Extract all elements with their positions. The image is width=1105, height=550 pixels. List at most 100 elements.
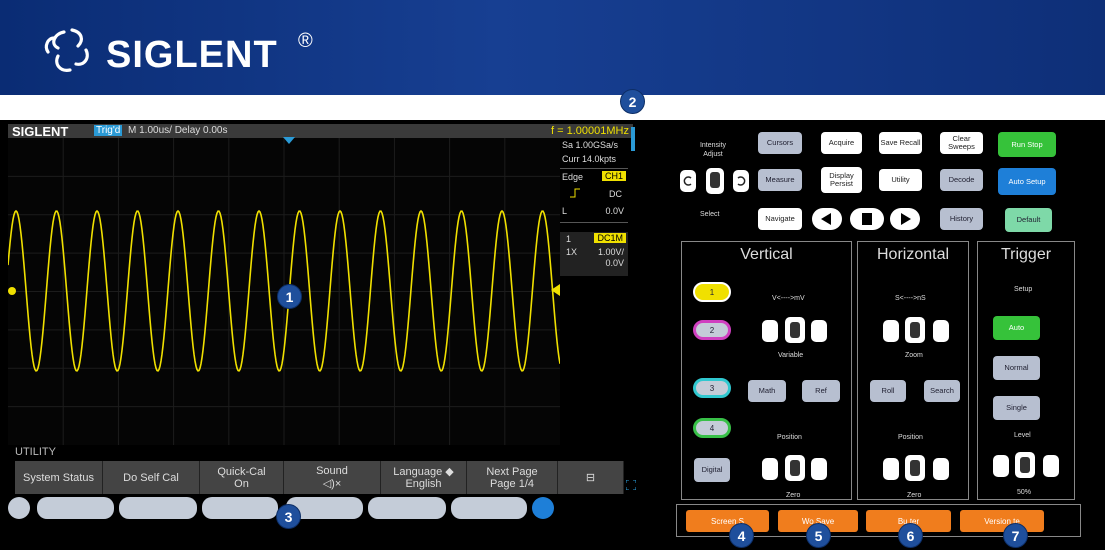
screen-save-button[interactable]: Screen S bbox=[686, 510, 769, 532]
channel4-button[interactable]: 4 bbox=[693, 418, 731, 438]
save-recall-button[interactable]: Save Recall bbox=[879, 132, 922, 154]
channel3-button[interactable]: 3 bbox=[693, 378, 731, 398]
softkey-hw-button-3[interactable] bbox=[202, 497, 278, 519]
registered-mark: ® bbox=[298, 30, 313, 52]
vertical-position-down-icon[interactable] bbox=[762, 458, 778, 480]
clear-sweeps-button[interactable]: Clear Sweeps bbox=[940, 132, 983, 154]
frequency-readout: f = 1.00001MHz bbox=[551, 125, 629, 137]
intensity-ccw-icon[interactable] bbox=[680, 170, 696, 192]
navigate-right-icon[interactable] bbox=[890, 208, 920, 230]
horizontal-position-label: Position bbox=[898, 434, 923, 441]
menu-off-button[interactable] bbox=[8, 497, 30, 519]
separator-bar bbox=[0, 95, 1105, 120]
search-button[interactable]: Search bbox=[924, 380, 960, 402]
vertical-position-label: Position bbox=[777, 434, 802, 441]
trigger-info-box[interactable]: Edge CH1 DC L 0.0V bbox=[560, 168, 628, 223]
softkey-language[interactable]: Language ◆ English bbox=[381, 461, 467, 494]
softkey-hw-button-5[interactable] bbox=[368, 497, 446, 519]
acquire-button[interactable]: Acquire bbox=[821, 132, 862, 154]
channel-scale: 1.00V/ bbox=[597, 247, 624, 257]
trigger-position-marker[interactable] bbox=[283, 137, 295, 145]
cursors-button[interactable]: Cursors bbox=[758, 132, 802, 154]
softkey-value: Page 1/4 bbox=[489, 477, 535, 490]
navigate-stop-icon[interactable] bbox=[850, 208, 884, 230]
scope-brand: SIGLENT bbox=[12, 124, 69, 139]
utility-button[interactable]: Utility bbox=[879, 169, 922, 191]
trigger-title: Trigger bbox=[1000, 246, 1052, 263]
trigger-normal-button[interactable]: Normal bbox=[993, 356, 1040, 380]
trigger-single-button[interactable]: Single bbox=[993, 396, 1040, 420]
fullscreen-icon[interactable] bbox=[626, 480, 636, 490]
callout-7: 7 bbox=[1003, 523, 1028, 548]
horizontal-position-left-icon[interactable] bbox=[883, 458, 899, 480]
softkey-label: System Status bbox=[23, 471, 94, 484]
trigger-percent-label: 50% bbox=[1017, 489, 1032, 496]
version-update-button[interactable]: Version te bbox=[960, 510, 1044, 532]
softkey-label: Next Page bbox=[486, 465, 538, 478]
softkey-do-self-cal[interactable]: Do Self Cal bbox=[103, 461, 200, 494]
channel1-info-box[interactable]: 1 DC1M 1X 1.00V/ 0.0V bbox=[560, 232, 628, 276]
trigger-coupling: DC bbox=[609, 189, 622, 199]
trigger-type: Edge bbox=[562, 172, 584, 182]
scroll-indicator[interactable] bbox=[631, 127, 635, 151]
ref-button[interactable]: Ref bbox=[802, 380, 840, 402]
channel-coupling: DC1M bbox=[594, 233, 626, 243]
math-button[interactable]: Math bbox=[748, 380, 786, 402]
vertical-scale-cw-icon[interactable] bbox=[811, 320, 827, 342]
digital-button[interactable]: Digital bbox=[694, 458, 730, 482]
vertical-scale-knob[interactable] bbox=[785, 317, 805, 343]
default-button[interactable]: Default bbox=[1005, 208, 1052, 232]
horizontal-scale-ccw-icon[interactable] bbox=[883, 320, 899, 342]
softkey-hw-button-1[interactable] bbox=[37, 497, 114, 519]
trigger-level-up-icon[interactable] bbox=[1043, 455, 1059, 477]
horizontal-scale-cw-icon[interactable] bbox=[933, 320, 949, 342]
auto-setup-button[interactable]: Auto Setup bbox=[998, 168, 1056, 195]
siglent-logo-icon bbox=[44, 28, 89, 72]
trigger-status-badge: Trig'd bbox=[94, 125, 123, 136]
network-icon[interactable]: ⊟ bbox=[558, 461, 624, 494]
callout-6: 6 bbox=[898, 523, 923, 548]
softkey-value: English bbox=[405, 478, 442, 490]
softkey-page-button[interactable] bbox=[532, 497, 554, 519]
navigate-button[interactable]: Navigate bbox=[758, 208, 802, 230]
trigger-level-down-icon[interactable] bbox=[993, 455, 1009, 477]
vertical-position-up-icon[interactable] bbox=[811, 458, 827, 480]
horizontal-position-knob[interactable] bbox=[905, 455, 925, 481]
callout-5: 5 bbox=[806, 523, 831, 548]
scope-info-panel: Sa 1.00GSa/s Curr 14.0kpts Edge CH1 DC L… bbox=[560, 138, 628, 276]
vertical-position-knob[interactable] bbox=[785, 455, 805, 481]
callout-4: 4 bbox=[729, 523, 754, 548]
horizontal-position-right-icon[interactable] bbox=[933, 458, 949, 480]
history-button[interactable]: History bbox=[940, 208, 983, 230]
softkey-hw-button-6[interactable] bbox=[451, 497, 527, 519]
softkey-system-status[interactable]: System Status bbox=[15, 461, 103, 494]
softkey-next-page[interactable]: Next Page Page 1/4 bbox=[467, 461, 558, 494]
run-stop-button[interactable]: Run Stop bbox=[998, 132, 1056, 157]
vertical-scale-ccw-icon[interactable] bbox=[762, 320, 778, 342]
variable-label: Variable bbox=[778, 352, 804, 359]
display-persist-button[interactable]: Display Persist bbox=[821, 167, 862, 193]
intensity-cw-icon[interactable] bbox=[733, 170, 749, 192]
navigate-left-icon[interactable] bbox=[812, 208, 842, 230]
roll-button[interactable]: Roll bbox=[870, 380, 906, 402]
softkey-sound[interactable]: Sound ◁)× bbox=[284, 461, 381, 494]
intensity-knob[interactable] bbox=[706, 168, 724, 194]
trigger-setup-label: Setup bbox=[1014, 286, 1033, 293]
horizontal-zero-label: Zero bbox=[907, 492, 922, 499]
brand-logo-text: SIGLENT bbox=[106, 34, 278, 76]
softkey-hw-button-2[interactable] bbox=[119, 497, 197, 519]
sample-rate: Sa 1.00GSa/s bbox=[562, 140, 619, 150]
probe-ratio: 1X bbox=[566, 247, 578, 257]
trigger-source: CH1 bbox=[601, 171, 626, 181]
softkey-quick-cal[interactable]: Quick-Cal On bbox=[200, 461, 284, 494]
decode-button[interactable]: Decode bbox=[940, 169, 983, 191]
trigger-level-knob[interactable] bbox=[1015, 452, 1035, 478]
channel2-button[interactable]: 2 bbox=[693, 320, 731, 340]
trigger-auto-button[interactable]: Auto bbox=[993, 316, 1040, 340]
horizontal-scale-knob[interactable] bbox=[905, 317, 925, 343]
trigger-level-marker[interactable] bbox=[551, 284, 560, 296]
channel1-button[interactable]: 1 bbox=[693, 282, 731, 302]
channel1-ground-marker[interactable] bbox=[8, 286, 18, 296]
measure-button[interactable]: Measure bbox=[758, 169, 802, 191]
channel-number: 1 bbox=[566, 234, 572, 244]
